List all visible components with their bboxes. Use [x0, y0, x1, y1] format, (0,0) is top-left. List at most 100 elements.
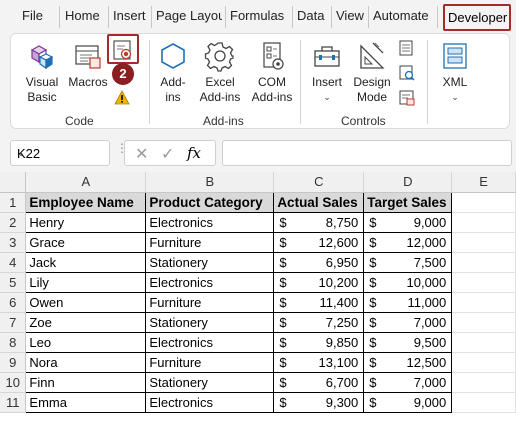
macros-button[interactable]: Macros — [67, 40, 109, 90]
header-target-sales[interactable]: Target Sales — [363, 191, 453, 213]
row-header[interactable]: 7 — [0, 312, 27, 333]
column-header-c[interactable]: C — [273, 172, 365, 193]
header-employee-name[interactable]: Employee Name — [25, 191, 147, 213]
xml-button[interactable]: XML ⌄ — [435, 40, 475, 105]
column-header-d[interactable]: D — [363, 172, 453, 193]
row-header[interactable]: 2 — [0, 212, 27, 233]
cell-actual-sales[interactable]: $13,100 — [273, 351, 365, 373]
cell-target-sales[interactable]: $7,000 — [363, 311, 453, 333]
cell-product-category[interactable]: Electronics — [145, 211, 275, 233]
cell-product-category[interactable]: Furniture — [145, 291, 275, 313]
empty-cell[interactable] — [451, 192, 516, 213]
cell-target-sales[interactable]: $9,500 — [363, 331, 453, 353]
view-code-button[interactable] — [399, 65, 415, 81]
cell-employee-name[interactable]: Grace — [25, 231, 147, 253]
cell-product-category[interactable]: Electronics — [145, 391, 275, 413]
cell-employee-name[interactable]: Owen — [25, 291, 147, 313]
cell-target-sales[interactable]: $9,000 — [363, 391, 453, 413]
tab-insert[interactable]: Insert — [113, 8, 146, 23]
cell-employee-name[interactable]: Lily — [25, 271, 147, 293]
cell-actual-sales[interactable]: $8,750 — [273, 211, 365, 233]
empty-cell[interactable] — [451, 212, 516, 233]
empty-cell[interactable] — [451, 392, 516, 413]
cell-product-category[interactable]: Furniture — [145, 351, 275, 373]
select-all-corner[interactable] — [0, 172, 27, 193]
row-header[interactable]: 11 — [0, 392, 27, 413]
cell-actual-sales[interactable]: $12,600 — [273, 231, 365, 253]
row-header[interactable]: 5 — [0, 272, 27, 293]
cell-employee-name[interactable]: Nora — [25, 351, 147, 373]
macro-security-button[interactable] — [114, 90, 132, 106]
empty-cell[interactable] — [451, 252, 516, 273]
row-header[interactable]: 9 — [0, 352, 27, 373]
cell-employee-name[interactable]: Emma — [25, 391, 147, 413]
cell-employee-name[interactable]: Jack — [25, 251, 147, 273]
cell-actual-sales[interactable]: $6,700 — [273, 371, 365, 393]
tab-developer[interactable]: Developer — [443, 4, 511, 31]
design-mode-button[interactable]: Design Mode — [351, 40, 393, 105]
insert-controls-button[interactable]: Insert ⌄ — [307, 40, 347, 105]
tab-file[interactable]: File — [22, 8, 43, 23]
empty-cell[interactable] — [451, 232, 516, 253]
empty-cell[interactable] — [451, 372, 516, 393]
cell-target-sales[interactable]: $12,000 — [363, 231, 453, 253]
tab-page-layout[interactable]: Page Layout — [156, 8, 222, 23]
empty-cell[interactable] — [451, 292, 516, 313]
cell-actual-sales[interactable]: $9,300 — [273, 391, 365, 413]
cell-target-sales[interactable]: $7,500 — [363, 251, 453, 273]
com-addins-button[interactable]: COM Add-ins — [247, 40, 297, 105]
cell-employee-name[interactable]: Zoe — [25, 311, 147, 333]
cell-target-sales[interactable]: $11,000 — [363, 291, 453, 313]
row-header[interactable]: 10 — [0, 372, 27, 393]
cell-target-sales[interactable]: $9,000 — [363, 211, 453, 233]
cell-target-sales[interactable]: $10,000 — [363, 271, 453, 293]
tab-formulas[interactable]: Formulas — [230, 8, 284, 23]
cell-product-category[interactable]: Furniture — [145, 231, 275, 253]
cell-actual-sales[interactable]: $10,200 — [273, 271, 365, 293]
cancel-icon[interactable]: ✕ — [135, 144, 148, 164]
row-header[interactable]: 6 — [0, 292, 27, 313]
column-header-b[interactable]: B — [145, 172, 275, 193]
row-header[interactable]: 3 — [0, 232, 27, 253]
column-header-a[interactable]: A — [25, 172, 147, 193]
cell-product-category[interactable]: Electronics — [145, 331, 275, 353]
empty-cell[interactable] — [451, 352, 516, 373]
row-header[interactable]: 4 — [0, 252, 27, 273]
column-header-e[interactable]: E — [451, 172, 516, 193]
empty-cell[interactable] — [451, 332, 516, 353]
header-actual-sales[interactable]: Actual Sales — [273, 191, 365, 213]
excel-addins-button[interactable]: Excel Add-ins — [195, 40, 245, 105]
formula-input[interactable] — [222, 140, 512, 166]
cell-product-category[interactable]: Stationery — [145, 371, 275, 393]
empty-cell[interactable] — [451, 312, 516, 333]
row-header[interactable]: 1 — [0, 192, 27, 213]
insert-function-button[interactable]: fx — [187, 144, 201, 162]
cell-product-category[interactable]: Stationery — [145, 311, 275, 333]
enter-check-icon[interactable]: ✓ — [161, 144, 174, 164]
name-box[interactable]: K22 ⌄ — [10, 140, 110, 166]
properties-button[interactable] — [399, 40, 415, 56]
cell-product-category[interactable]: Stationery — [145, 251, 275, 273]
empty-cell[interactable] — [451, 272, 516, 293]
tab-automate[interactable]: Automate — [373, 8, 429, 23]
visual-basic-button[interactable]: Visual Basic — [21, 40, 63, 105]
addins-button[interactable]: Add- ins — [155, 40, 191, 105]
cell-actual-sales[interactable]: $11,400 — [273, 291, 365, 313]
tab-data[interactable]: Data — [297, 8, 324, 23]
chevron-down-icon[interactable]: ⌄ — [17, 148, 103, 159]
cell-employee-name[interactable]: Finn — [25, 371, 147, 393]
cell-actual-sales[interactable]: $7,250 — [273, 311, 365, 333]
cell-actual-sales[interactable]: $9,850 — [273, 331, 365, 353]
cell-employee-name[interactable]: Leo — [25, 331, 147, 353]
tab-home[interactable]: Home — [65, 8, 100, 23]
cell-actual-sales[interactable]: $6,950 — [273, 251, 365, 273]
cell-target-sales[interactable]: $7,000 — [363, 371, 453, 393]
cell-target-sales[interactable]: $12,500 — [363, 351, 453, 373]
header-product-category[interactable]: Product Category — [145, 191, 275, 213]
cell-employee-name[interactable]: Henry — [25, 211, 147, 233]
record-macro-button[interactable] — [107, 34, 139, 64]
cell-product-category[interactable]: Electronics — [145, 271, 275, 293]
row-header[interactable]: 8 — [0, 332, 27, 353]
run-dialog-button[interactable] — [399, 90, 415, 106]
tab-view[interactable]: View — [336, 8, 364, 23]
